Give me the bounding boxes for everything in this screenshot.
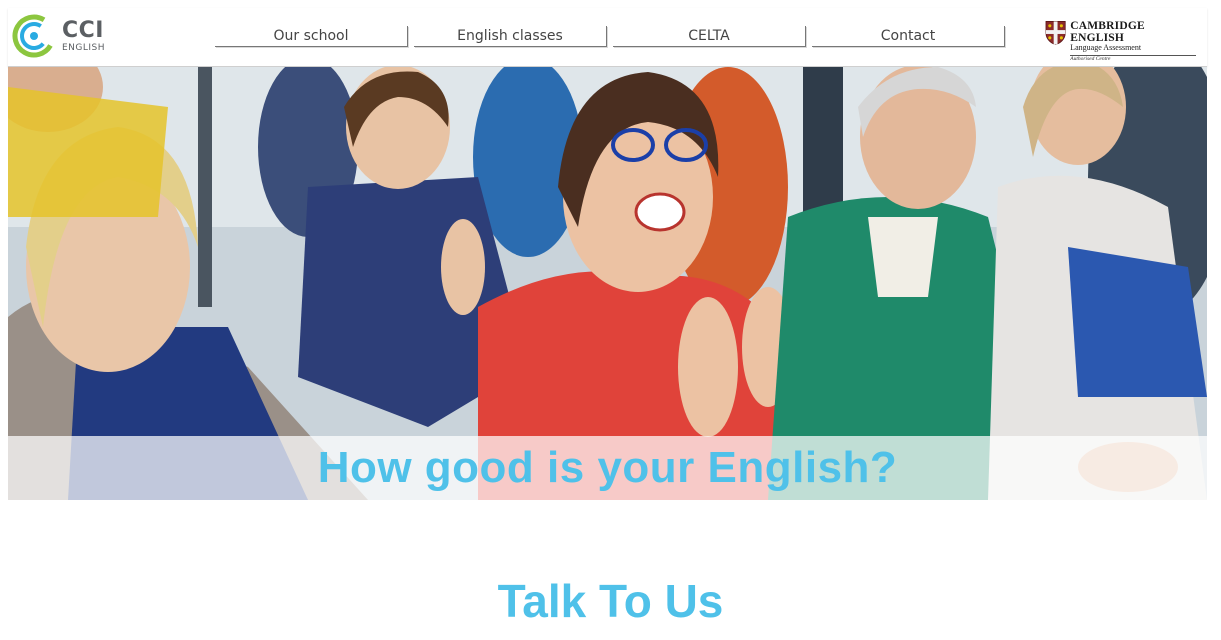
nav-contact[interactable]: Contact	[812, 26, 1005, 47]
talk-to-us-heading: Talk To Us	[497, 575, 724, 627]
cambridge-shield-icon	[1045, 21, 1066, 45]
cambridge-authorised-centre: Authorised Centre	[1070, 55, 1111, 62]
main-nav: Our school English classes CELTA Contact	[215, 26, 1005, 47]
logo-wordmark: CCI	[62, 17, 104, 43]
nav-celta[interactable]: CELTA	[613, 26, 806, 47]
cci-english-logo[interactable]: CCI ENGLISH	[12, 12, 122, 60]
page: CCI ENGLISH Our school English classes C…	[0, 0, 1221, 640]
cambridge-english-badge[interactable]: CAMBRIDGE ENGLISH Language Assessment Au…	[1045, 20, 1197, 61]
cambridge-title: CAMBRIDGE ENGLISH	[1070, 20, 1145, 45]
logo-subtitle: ENGLISH	[62, 42, 106, 53]
nav-english-classes[interactable]: English classes	[414, 26, 607, 47]
hero-caption: How good is your English?	[317, 443, 898, 492]
cambridge-subtitle: Language Assessment	[1070, 43, 1142, 53]
site-header: CCI ENGLISH Our school English classes C…	[8, 8, 1207, 67]
hero-caption-band: How good is your English?	[8, 436, 1207, 500]
cci-logo-icon	[12, 14, 56, 58]
nav-our-school[interactable]: Our school	[215, 26, 408, 47]
hero-banner: How good is your English?	[8, 67, 1207, 500]
